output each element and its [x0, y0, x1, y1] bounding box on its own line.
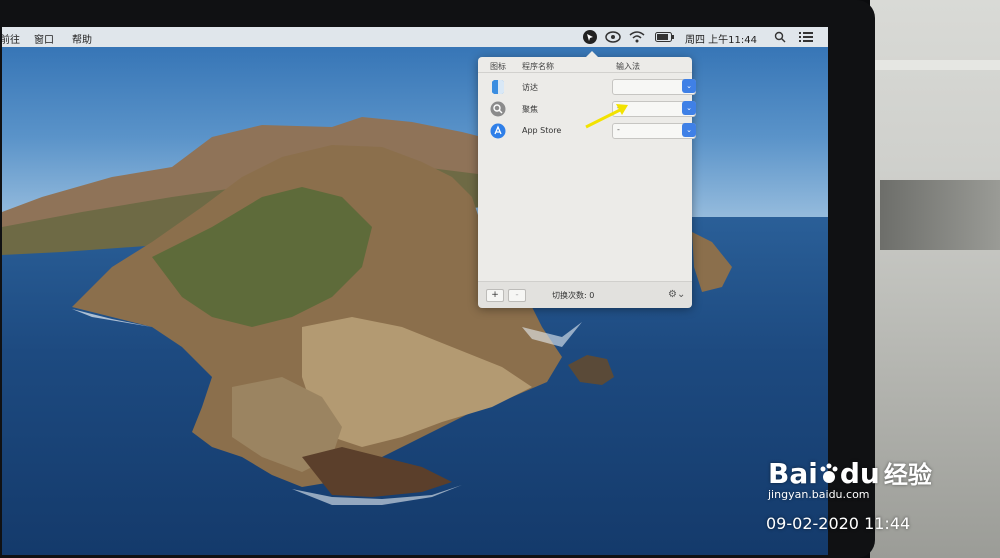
popover-arrow — [586, 51, 598, 57]
creative-cloud-icon[interactable] — [605, 30, 621, 44]
spotlight-app-icon — [490, 101, 506, 117]
chevron-down-icon[interactable]: ⌄ — [682, 123, 696, 137]
watermark-cn: 经验 — [883, 461, 932, 489]
watermark-domain: jingyan.baidu.com — [768, 488, 870, 501]
wall-trim — [870, 60, 1000, 70]
monitor-bezel: 前往 窗口 帮助 周四 上午11:44 图标 程序名称 输入法 访达 ⌄ 聚焦 … — [0, 0, 875, 558]
app-store-icon — [490, 123, 506, 139]
gear-icon[interactable]: ⚙⌄ — [668, 289, 685, 300]
header-divider — [478, 72, 692, 73]
paw-icon — [820, 463, 838, 483]
app-row-finder[interactable]: 访达 ⌄ — [478, 77, 696, 99]
menu-window[interactable]: 窗口 — [34, 31, 54, 46]
app-name: 访达 — [522, 83, 538, 92]
desktop-screen: 前往 窗口 帮助 周四 上午11:44 图标 程序名称 输入法 访达 ⌄ 聚焦 … — [2, 27, 828, 555]
watermark-brand: Bai — [768, 457, 818, 490]
header-input-method: 输入法 — [616, 62, 640, 71]
add-app-button[interactable]: + — [486, 289, 504, 302]
notification-center-icon[interactable] — [799, 32, 813, 42]
annotation-arrow-icon — [585, 104, 628, 129]
menubar-clock[interactable]: 周四 上午11:44 — [685, 31, 757, 46]
watermark-brand-2: du — [839, 457, 880, 490]
wall-shadow — [880, 180, 1000, 250]
header-icon: 图标 — [490, 62, 506, 71]
popover-footer: + - 切换次数: 0 ⚙⌄ — [478, 281, 692, 308]
photo-date-stamp: 09-02-2020 11:44 — [766, 514, 911, 533]
app-name: App Store — [522, 126, 562, 135]
input-method-select[interactable]: ⌄ — [612, 79, 696, 95]
chevron-down-icon[interactable]: ⌄ — [682, 101, 696, 115]
menu-bar: 前往 窗口 帮助 周四 上午11:44 — [2, 27, 828, 47]
menu-go[interactable]: 前往 — [2, 31, 20, 46]
finder-icon — [492, 80, 504, 94]
battery-icon[interactable] — [655, 32, 675, 42]
wifi-icon[interactable] — [629, 30, 645, 44]
app-name: 聚焦 — [522, 105, 538, 114]
remove-app-button[interactable]: - — [508, 289, 526, 302]
wallpaper-island — [2, 117, 732, 505]
input-method-popover: 图标 程序名称 输入法 访达 ⌄ 聚焦 - — [478, 51, 696, 308]
menu-help[interactable]: 帮助 — [72, 31, 92, 46]
baidu-watermark: Bai du 经验 jingyan.baidu.com — [768, 455, 932, 501]
spotlight-search-icon[interactable] — [774, 31, 786, 43]
switch-count: 切换次数: 0 — [552, 291, 595, 300]
chevron-down-icon[interactable]: ⌄ — [682, 79, 696, 93]
header-app-name: 程序名称 — [522, 62, 554, 71]
app-status-icon[interactable] — [582, 29, 598, 45]
